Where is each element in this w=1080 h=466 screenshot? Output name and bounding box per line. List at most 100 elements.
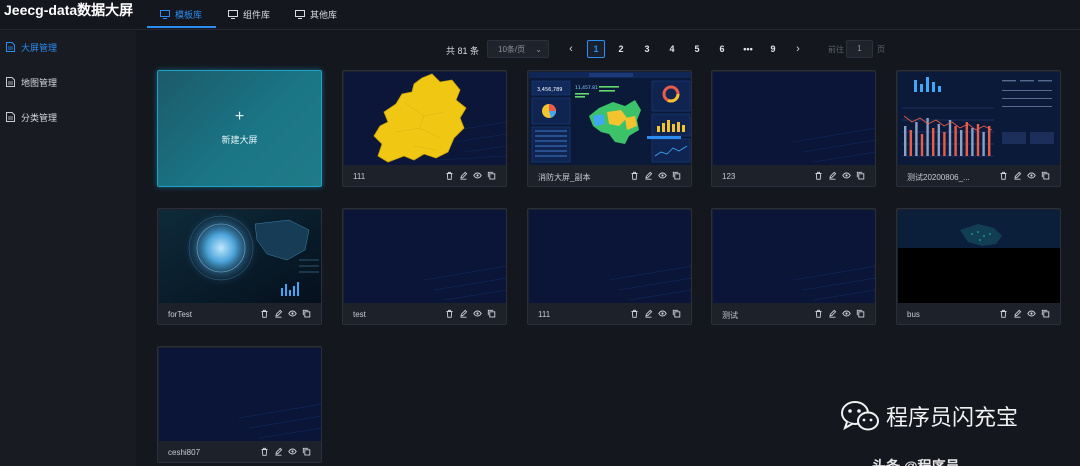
total-count: 共 81 条 — [446, 46, 480, 56]
next-page-button[interactable]: › — [789, 40, 807, 58]
monitor-icon — [295, 9, 305, 19]
delete-icon[interactable] — [260, 309, 269, 318]
screen-card[interactable]: 111 — [527, 208, 692, 325]
copy-icon[interactable] — [487, 171, 496, 180]
goto-page-input[interactable]: 1 — [846, 40, 873, 58]
card-actions — [630, 309, 681, 318]
screen-thumbnail — [713, 210, 875, 303]
eye-icon[interactable] — [473, 171, 482, 180]
card-footer: forTest — [158, 303, 321, 324]
goto-suffix: 页 — [877, 45, 885, 54]
card-actions — [260, 309, 311, 318]
screen-card[interactable]: 111 — [342, 70, 507, 187]
delete-icon[interactable] — [814, 171, 823, 180]
card-actions — [814, 309, 865, 318]
page-button[interactable]: 3 — [638, 40, 656, 58]
watermark-partial-text: 头条 @程序员 — [872, 458, 960, 466]
edit-icon[interactable] — [274, 309, 283, 318]
eye-icon[interactable] — [1027, 309, 1036, 318]
app-title: Jeecg-data数据大屏 — [4, 2, 134, 18]
copy-icon[interactable] — [856, 171, 865, 180]
tab-other-library[interactable]: 其他库 — [295, 0, 337, 28]
screen-card[interactable]: forTest — [157, 208, 322, 325]
delete-icon[interactable] — [999, 309, 1008, 318]
page-button[interactable]: 9 — [764, 40, 782, 58]
card-actions — [445, 309, 496, 318]
sidebar-item-label: 大屏管理 — [21, 42, 58, 53]
screen-thumbnail — [159, 210, 321, 303]
tab-component-library[interactable]: 组件库 — [228, 0, 270, 28]
copy-icon[interactable] — [1041, 309, 1050, 318]
copy-icon[interactable] — [487, 309, 496, 318]
copy-icon[interactable] — [856, 309, 865, 318]
thumbnail-bar — [960, 130, 963, 156]
globe-thumbnail-image — [159, 210, 321, 303]
screen-card[interactable]: 3,456,789 11,457.81 消防大屏_副本 — [527, 70, 692, 187]
copy-icon[interactable] — [672, 309, 681, 318]
edit-icon[interactable] — [1013, 309, 1022, 318]
tab-label: 组件库 — [243, 9, 271, 20]
page-size-select[interactable]: 10条/页 ⌄ — [487, 40, 549, 58]
sidebar-item-screen-management[interactable]: 大屏管理 — [6, 39, 57, 55]
document-icon — [6, 112, 15, 122]
screen-thumbnail — [713, 72, 875, 165]
edit-icon[interactable] — [828, 171, 837, 180]
blank-thumbnail-image — [713, 210, 875, 303]
delete-icon[interactable] — [630, 309, 639, 318]
card-footer: 111 — [528, 303, 691, 324]
delete-icon[interactable] — [445, 309, 454, 318]
more-pages-button[interactable]: ••• — [739, 40, 757, 58]
eye-icon[interactable] — [1027, 171, 1036, 180]
eye-icon[interactable] — [473, 309, 482, 318]
thumbnail-bar — [915, 122, 918, 156]
copy-icon[interactable] — [302, 447, 311, 456]
edit-icon[interactable] — [1013, 171, 1022, 180]
delete-icon[interactable] — [999, 171, 1008, 180]
eye-icon[interactable] — [288, 309, 297, 318]
page-button[interactable]: 2 — [612, 40, 630, 58]
screen-card[interactable]: 测试 — [711, 208, 876, 325]
eye-icon[interactable] — [288, 447, 297, 456]
prev-page-button[interactable]: ‹ — [562, 40, 580, 58]
page-button[interactable]: 1 — [587, 40, 605, 58]
blank-thumbnail-image — [159, 348, 321, 441]
delete-icon[interactable] — [260, 447, 269, 456]
eye-icon[interactable] — [658, 309, 667, 318]
screen-thumbnail — [898, 210, 1060, 303]
svg-text:11,457.81: 11,457.81 — [575, 85, 598, 91]
eye-icon[interactable] — [658, 171, 667, 180]
edit-icon[interactable] — [828, 309, 837, 318]
new-screen-card[interactable]: + 新建大屏 — [157, 70, 322, 187]
copy-icon[interactable] — [302, 309, 311, 318]
edit-icon[interactable] — [274, 447, 283, 456]
screen-card[interactable]: ceshi807 — [157, 346, 322, 463]
card-title: 消防大屏_副本 — [538, 173, 591, 182]
delete-icon[interactable] — [630, 171, 639, 180]
chevron-left-icon: ‹ — [569, 43, 573, 55]
screen-card[interactable]: bus — [896, 208, 1061, 325]
copy-icon[interactable] — [672, 171, 681, 180]
eye-icon[interactable] — [842, 171, 851, 180]
tab-template-library[interactable]: 模板库 — [160, 0, 202, 28]
delete-icon[interactable] — [445, 171, 454, 180]
edit-icon[interactable] — [644, 309, 653, 318]
delete-icon[interactable] — [814, 309, 823, 318]
screen-card[interactable]: 123 — [711, 70, 876, 187]
card-actions — [630, 171, 681, 180]
edit-icon[interactable] — [459, 171, 468, 180]
screen-thumbnail: 3,456,789 11,457.81 — [529, 72, 691, 165]
page-button[interactable]: 5 — [688, 40, 706, 58]
screen-card[interactable]: 测试20200806_... — [896, 70, 1061, 187]
page-button[interactable]: 6 — [713, 40, 731, 58]
card-footer: 111 — [343, 165, 506, 186]
eye-icon[interactable] — [842, 309, 851, 318]
edit-icon[interactable] — [459, 309, 468, 318]
screen-card[interactable]: test — [342, 208, 507, 325]
page-button[interactable]: 4 — [663, 40, 681, 58]
edit-icon[interactable] — [644, 171, 653, 180]
copy-icon[interactable] — [1041, 171, 1050, 180]
document-icon — [6, 42, 15, 52]
sidebar-item-map-management[interactable]: 地图管理 — [6, 74, 57, 90]
blank-thumbnail-image — [529, 210, 691, 303]
sidebar-item-category-management[interactable]: 分类管理 — [6, 109, 57, 125]
